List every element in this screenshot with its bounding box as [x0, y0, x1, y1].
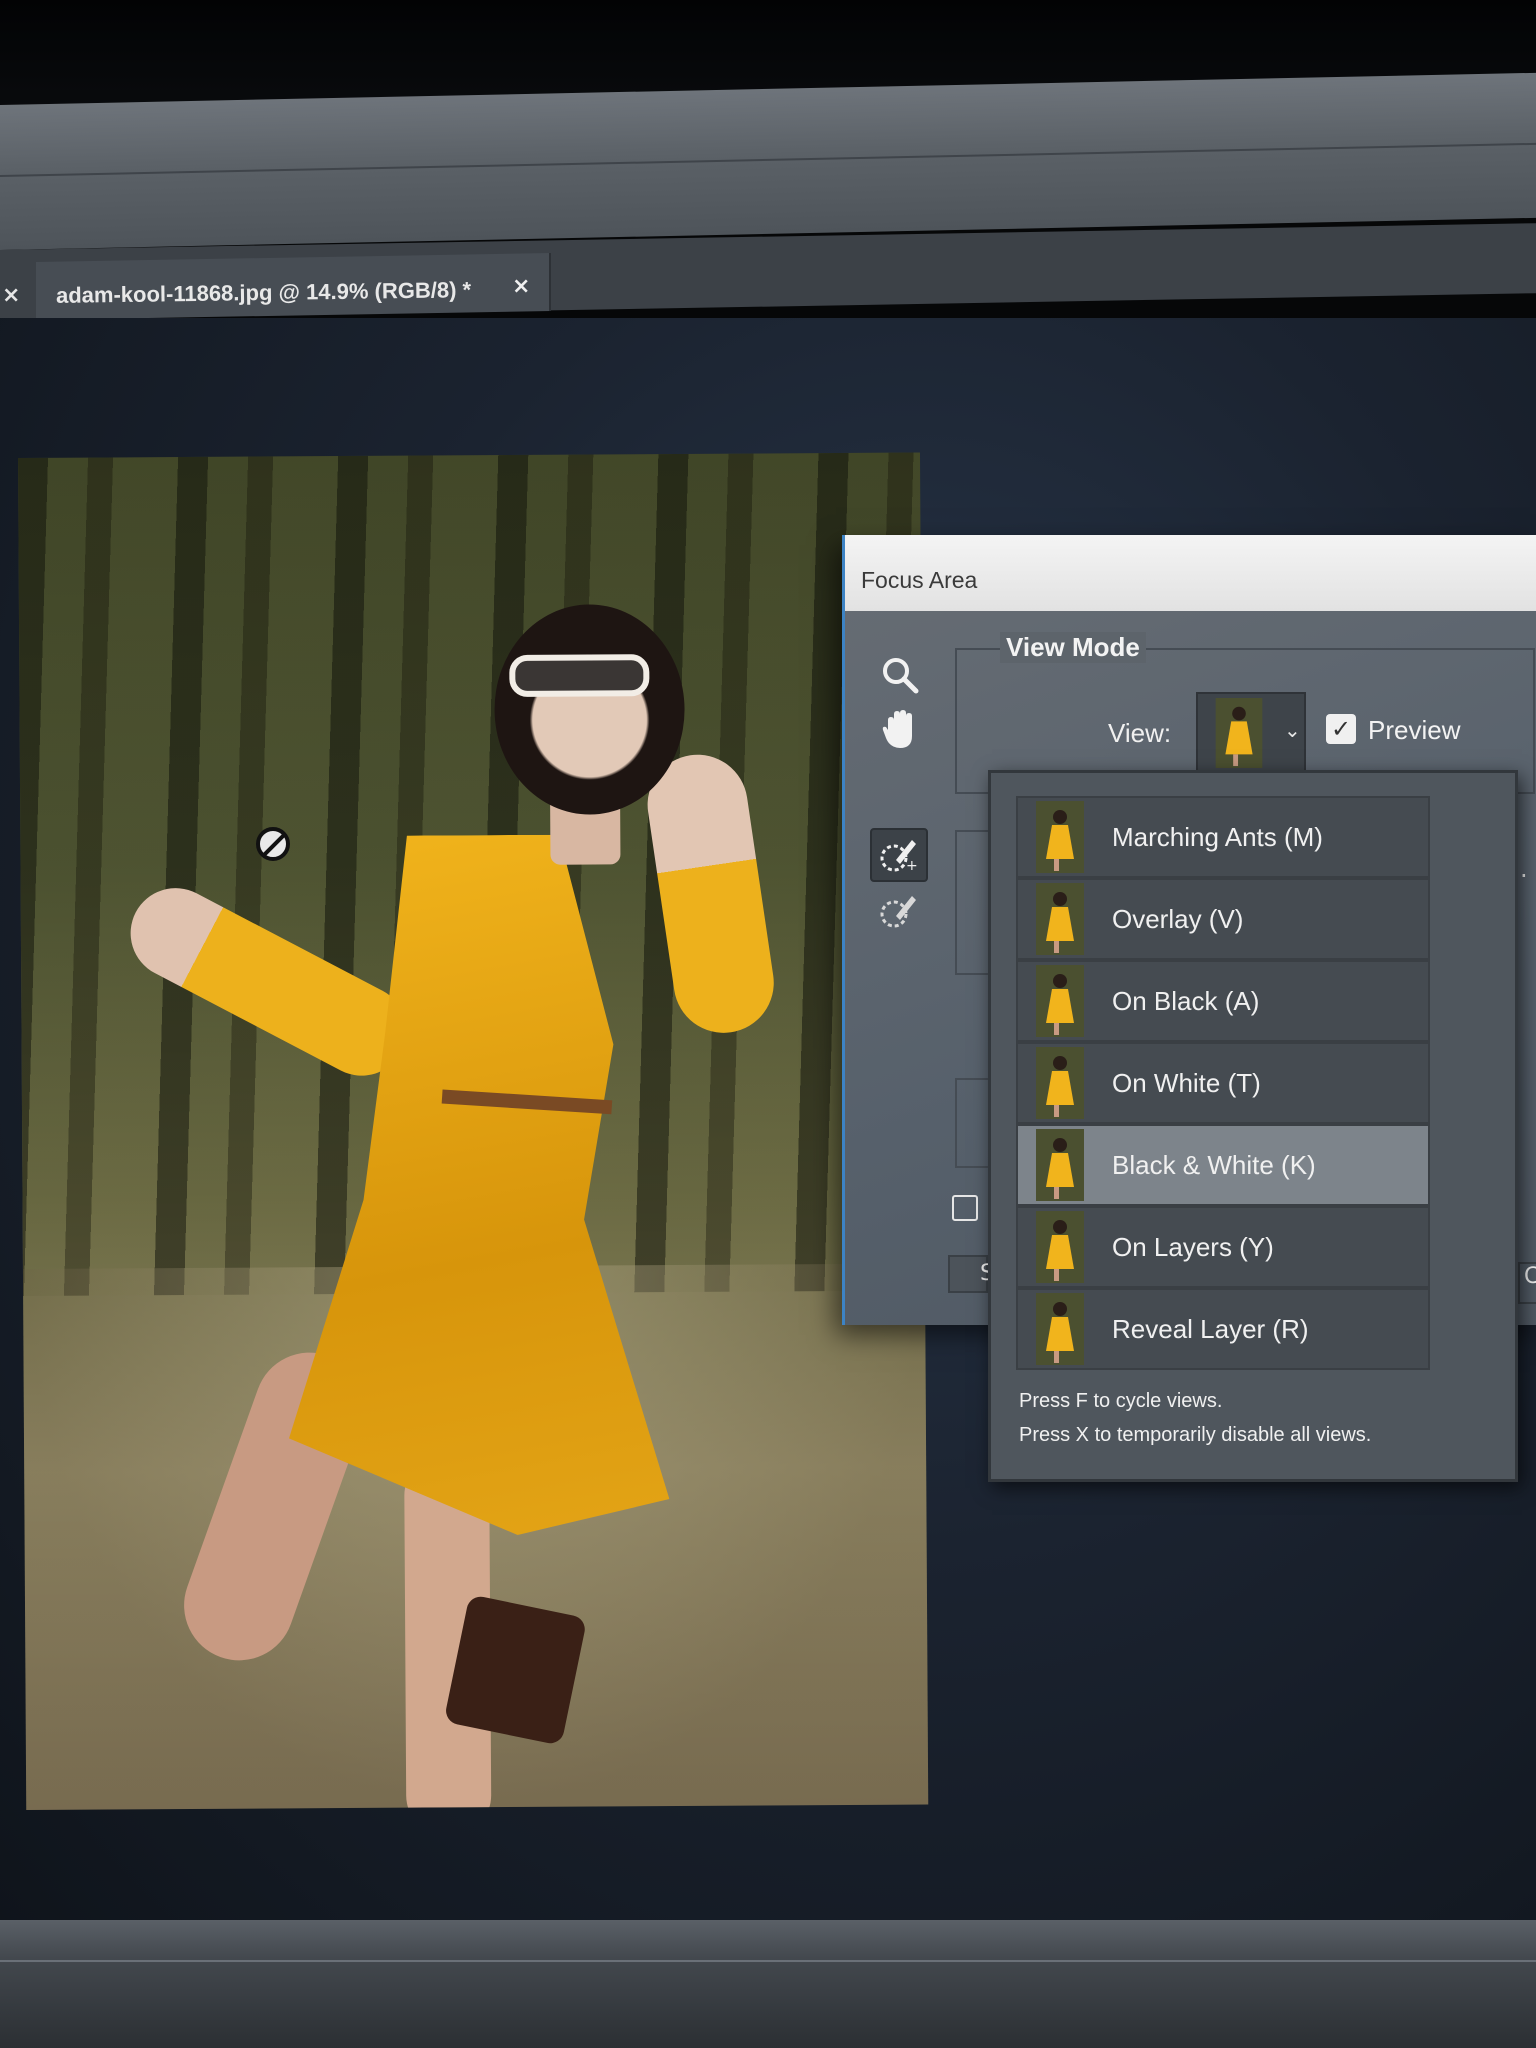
focus-area-subtract-brush-icon[interactable] — [878, 890, 920, 930]
view-dropdown-list: Marching Ants (M) Overlay (V) On Black (… — [1016, 796, 1430, 1370]
view-option-thumbnail-icon — [1036, 883, 1084, 955]
view-option-label: Black & White (K) — [1112, 1149, 1316, 1180]
view-option-label: Overlay (V) — [1112, 903, 1244, 934]
zoom-icon[interactable] — [880, 655, 920, 695]
view-option-label: On Layers (Y) — [1112, 1231, 1274, 1262]
view-label: View: — [1108, 718, 1172, 748]
svg-text:+: + — [906, 858, 918, 874]
not-allowed-cursor-icon — [256, 827, 290, 861]
right-button-fragment[interactable]: C — [1518, 1262, 1536, 1304]
view-option-label: On White (T) — [1112, 1067, 1261, 1098]
right-edge-fragment: . — [1520, 855, 1528, 883]
photo-figure-head — [493, 603, 686, 816]
monitor-bezel-bottom — [0, 1920, 1536, 2048]
document-image[interactable] — [18, 452, 929, 1810]
hand-icon[interactable] — [880, 708, 920, 752]
view-option-thumbnail-icon — [1036, 1293, 1084, 1365]
chevron-down-icon[interactable]: ⌄ — [1284, 718, 1301, 742]
focus-area-add-brush-icon[interactable]: + — [878, 834, 920, 874]
photo-figure-sunglasses — [509, 654, 650, 698]
view-option-thumbnail-icon — [1036, 1211, 1084, 1283]
view-option-thumbnail-icon — [1036, 965, 1084, 1037]
view-option-black-and-white[interactable]: Black & White (K) — [1016, 1124, 1430, 1206]
advanced-checkbox[interactable] — [952, 1195, 978, 1221]
view-option-overlay[interactable]: Overlay (V) — [1016, 878, 1430, 960]
view-option-label: On Black (A) — [1112, 985, 1260, 1016]
view-option-label: Reveal Layer (R) — [1112, 1313, 1309, 1344]
preview-checkbox[interactable]: ✓ — [1326, 714, 1356, 744]
view-thumbnail-icon — [1215, 698, 1263, 768]
options-bar — [0, 72, 1536, 251]
dialog-title: Focus Area — [861, 567, 978, 593]
view-option-on-layers[interactable]: On Layers (Y) — [1016, 1206, 1430, 1288]
view-option-marching-ants[interactable]: Marching Ants (M) — [1016, 796, 1430, 878]
view-option-on-black[interactable]: On Black (A) — [1016, 960, 1430, 1042]
preview-label[interactable]: Preview — [1368, 715, 1460, 746]
view-option-thumbnail-icon — [1036, 1129, 1084, 1201]
previous-tab-close-icon[interactable]: × — [2, 283, 20, 308]
view-mode-group-label: View Mode — [1000, 632, 1146, 663]
view-option-thumbnail-icon — [1036, 1047, 1084, 1119]
dropdown-hint-disable: Press X to temporarily disable all views… — [1019, 1424, 1372, 1446]
view-option-thumbnail-icon — [1036, 801, 1084, 873]
view-option-on-white[interactable]: On White (T) — [1016, 1042, 1430, 1124]
dialog-titlebar[interactable]: Focus Area — [845, 535, 1536, 611]
left-button-fragment[interactable]: S — [948, 1255, 994, 1293]
photo-figure-shoe — [443, 1594, 588, 1746]
dropdown-hint-cycle: Press F to cycle views. — [1019, 1390, 1223, 1412]
view-option-label: Marching Ants (M) — [1112, 821, 1323, 852]
view-option-reveal-layer[interactable]: Reveal Layer (R) — [1016, 1288, 1430, 1370]
document-tab-close-icon[interactable]: × — [512, 274, 530, 299]
